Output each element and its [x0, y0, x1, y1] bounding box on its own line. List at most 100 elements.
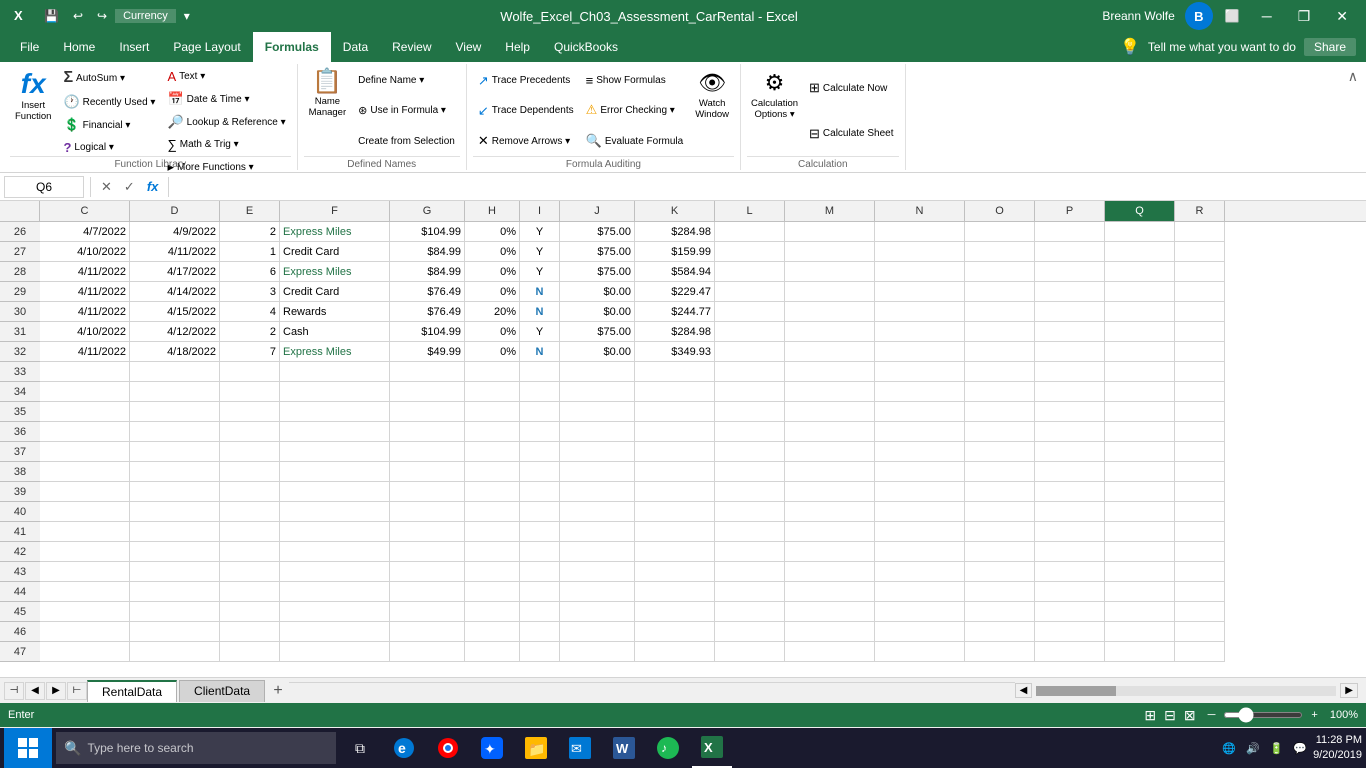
- cell-q30[interactable]: [1105, 302, 1175, 322]
- row-header-46[interactable]: 46: [0, 622, 40, 642]
- cell-f31[interactable]: Cash: [280, 322, 390, 342]
- cell-n27[interactable]: [875, 242, 965, 262]
- row-header-35[interactable]: 35: [0, 402, 40, 422]
- col-header-q[interactable]: Q: [1105, 201, 1175, 221]
- remove-arrows-button[interactable]: ✕ Remove Arrows ▾: [473, 130, 579, 152]
- col-header-r[interactable]: R: [1175, 201, 1225, 221]
- cell-r26[interactable]: [1175, 222, 1225, 242]
- cell-l31[interactable]: [715, 322, 785, 342]
- cell-n30[interactable]: [875, 302, 965, 322]
- user-avatar[interactable]: B: [1185, 2, 1213, 30]
- cell-m28[interactable]: [785, 262, 875, 282]
- cell-n31[interactable]: [875, 322, 965, 342]
- minimize-button[interactable]: ─: [1252, 4, 1282, 28]
- cell-n26[interactable]: [875, 222, 965, 242]
- row-header-33[interactable]: 33: [0, 362, 40, 382]
- insert-function-fx-button[interactable]: fx: [143, 177, 163, 196]
- tray-battery-icon[interactable]: 🔋: [1266, 740, 1288, 757]
- cell-d29[interactable]: 4/14/2022: [130, 282, 220, 302]
- cell-h32[interactable]: 0%: [465, 342, 520, 362]
- cell-n32[interactable]: [875, 342, 965, 362]
- close-button[interactable]: ✕: [1326, 4, 1358, 29]
- row-header-39[interactable]: 39: [0, 482, 40, 502]
- cell-o26[interactable]: [965, 222, 1035, 242]
- taskbar-excel-icon[interactable]: X: [692, 728, 732, 768]
- cell-r27[interactable]: [1175, 242, 1225, 262]
- cell-e30[interactable]: 4: [220, 302, 280, 322]
- cell-n28[interactable]: [875, 262, 965, 282]
- undo-button[interactable]: ↩: [67, 7, 89, 25]
- add-sheet-button[interactable]: +: [267, 680, 289, 702]
- tray-sound-icon[interactable]: 🔊: [1242, 740, 1264, 757]
- cell-i30[interactable]: N: [520, 302, 560, 322]
- taskbar-mail-icon[interactable]: ✉: [560, 728, 600, 768]
- tab-help[interactable]: Help: [493, 32, 542, 62]
- cell-p26[interactable]: [1035, 222, 1105, 242]
- cell-c31[interactable]: 4/10/2022: [40, 322, 130, 342]
- row-header-41[interactable]: 41: [0, 522, 40, 542]
- col-header-g[interactable]: G: [390, 201, 465, 221]
- cell-r28[interactable]: [1175, 262, 1225, 282]
- tab-view[interactable]: View: [444, 32, 494, 62]
- row-header-32[interactable]: 32: [0, 342, 40, 362]
- cell-c33[interactable]: [40, 362, 130, 382]
- cell-e29[interactable]: 3: [220, 282, 280, 302]
- cell-q28[interactable]: [1105, 262, 1175, 282]
- financial-button[interactable]: 💲 Financial ▾: [58, 114, 160, 136]
- tab-quickbooks[interactable]: QuickBooks: [542, 32, 630, 62]
- cell-h29[interactable]: 0%: [465, 282, 520, 302]
- cell-k30[interactable]: $244.77: [635, 302, 715, 322]
- cell-k29[interactable]: $229.47: [635, 282, 715, 302]
- redo-button[interactable]: ↪: [91, 7, 113, 25]
- task-view-button[interactable]: ⧉: [340, 728, 380, 768]
- cell-o31[interactable]: [965, 322, 1035, 342]
- cell-d27[interactable]: 4/11/2022: [130, 242, 220, 262]
- zoom-minus-button[interactable]: ─: [1208, 709, 1216, 721]
- start-button[interactable]: [4, 728, 52, 768]
- tab-first-button[interactable]: ⊣: [4, 682, 24, 700]
- cell-d26[interactable]: 4/9/2022: [130, 222, 220, 242]
- cell-g33[interactable]: [390, 362, 465, 382]
- cell-m31[interactable]: [785, 322, 875, 342]
- cell-k28[interactable]: $584.94: [635, 262, 715, 282]
- recently-used-button[interactable]: 🕐 Recently Used ▾: [58, 91, 160, 113]
- watch-window-button[interactable]: 👁 WatchWindow: [690, 66, 734, 125]
- cell-e27[interactable]: 1: [220, 242, 280, 262]
- autosum-button[interactable]: Σ AutoSum ▾: [58, 66, 160, 90]
- cell-o30[interactable]: [965, 302, 1035, 322]
- cell-e28[interactable]: 6: [220, 262, 280, 282]
- share-button[interactable]: Share: [1304, 38, 1356, 56]
- taskbar-search-input[interactable]: [87, 741, 328, 755]
- tray-network-icon[interactable]: 🌐: [1218, 740, 1240, 757]
- cell-l32[interactable]: [715, 342, 785, 362]
- tab-last-button[interactable]: ⊢: [67, 682, 87, 700]
- cell-l29[interactable]: [715, 282, 785, 302]
- cell-r32[interactable]: [1175, 342, 1225, 362]
- maximize-button[interactable]: ❐: [1288, 4, 1321, 29]
- cell-g31[interactable]: $104.99: [390, 322, 465, 342]
- row-header-26[interactable]: 26: [0, 222, 40, 242]
- cell-f30[interactable]: Rewards: [280, 302, 390, 322]
- calculate-sheet-button[interactable]: ⊟ Calculate Sheet: [804, 123, 899, 145]
- cell-g30[interactable]: $76.49: [390, 302, 465, 322]
- taskbar-spotify-icon[interactable]: ♪: [648, 728, 688, 768]
- logical-button[interactable]: ? Logical ▾: [58, 137, 160, 158]
- cell-p31[interactable]: [1035, 322, 1105, 342]
- save-qat-button[interactable]: 💾: [38, 7, 65, 25]
- cell-p29[interactable]: [1035, 282, 1105, 302]
- col-header-h[interactable]: H: [465, 201, 520, 221]
- cell-f28[interactable]: Express Miles: [280, 262, 390, 282]
- row-header-37[interactable]: 37: [0, 442, 40, 462]
- error-checking-button[interactable]: ⚠ Error Checking ▾: [581, 99, 689, 121]
- cell-d32[interactable]: 4/18/2022: [130, 342, 220, 362]
- format-box[interactable]: Currency: [115, 9, 176, 23]
- cell-j28[interactable]: $75.00: [560, 262, 635, 282]
- horizontal-scroll-right[interactable]: ▶: [1340, 683, 1358, 698]
- calculation-options-button[interactable]: ⚙ CalculationOptions ▾: [747, 66, 802, 125]
- tab-file[interactable]: File: [8, 32, 51, 62]
- name-manager-button[interactable]: 📋 NameManager: [304, 66, 352, 123]
- cancel-formula-button[interactable]: ✕: [97, 177, 116, 197]
- cell-c26[interactable]: 4/7/2022: [40, 222, 130, 242]
- col-header-c[interactable]: C: [40, 201, 130, 221]
- cell-j29[interactable]: $0.00: [560, 282, 635, 302]
